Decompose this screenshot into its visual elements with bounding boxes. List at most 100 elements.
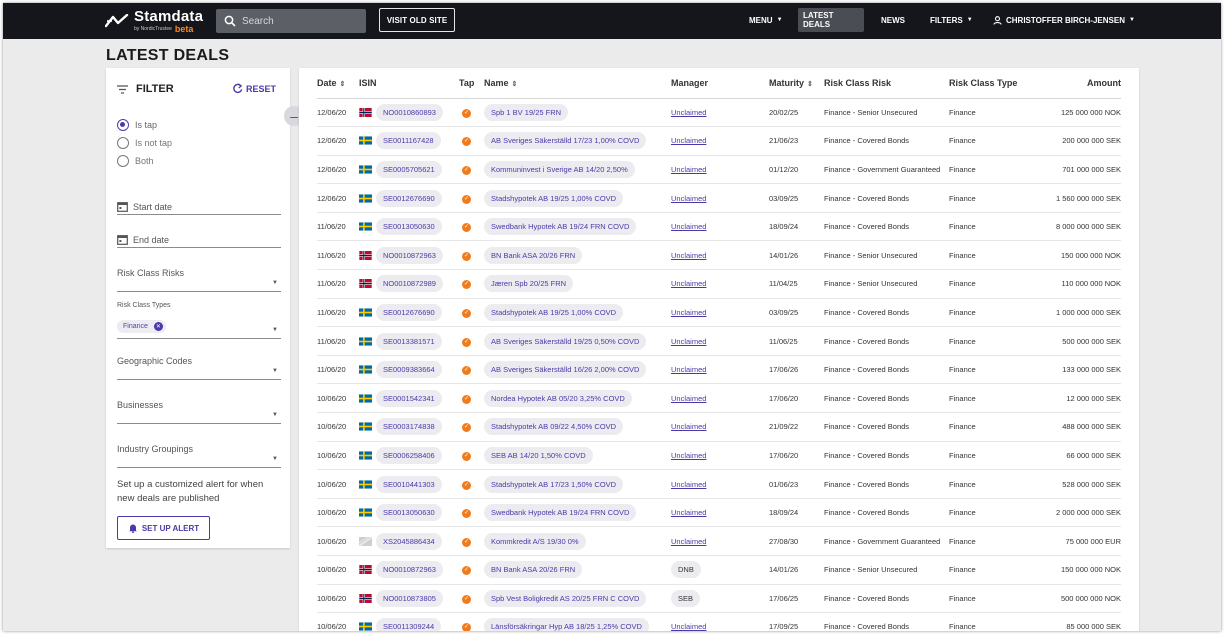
table-row[interactable]: 11/06/20 NO0010872963 ✓ BN Bank ASA 20/26 F…: [317, 240, 1121, 271]
deal-name-chip[interactable]: Spb 1 BV 19/25 FRN: [484, 103, 569, 121]
table-row[interactable]: 12/06/20 SE0011167428 ✓ AB Sveriges Säkerst…: [317, 126, 1121, 156]
set-up-alert-button[interactable]: SET UP ALERT: [117, 516, 210, 540]
isin-chip[interactable]: NO0010872989: [376, 275, 443, 293]
manager-link[interactable]: Unclaimed: [671, 194, 706, 203]
manager-link[interactable]: Unclaimed: [671, 108, 706, 117]
table-row[interactable]: 12/06/20 SE0012676690 ✓ Stadshypotek AB 19/…: [317, 183, 1121, 213]
manager-link[interactable]: Unclaimed: [671, 308, 706, 317]
businesses-select[interactable]: Businesses ▼: [117, 400, 281, 424]
industry-groupings-select[interactable]: Industry Groupings ▼: [117, 444, 281, 468]
deal-name-chip[interactable]: Nordea Hypotek AB 05/20 3,25% COVD: [484, 389, 632, 407]
table-row[interactable]: 12/06/20 SE0005705621 ✓ Kommuninvest i Sver…: [317, 155, 1121, 185]
stamdata-logo[interactable]: Stamdata by NordicTrustee beta: [105, 8, 203, 34]
isin-chip[interactable]: NO0010872963: [376, 246, 443, 264]
table-row[interactable]: 11/06/20 NO0010872989 ✓ Jæren Spb 20/25 FRN…: [317, 269, 1121, 299]
filters-dropdown[interactable]: FILTERS ▼: [925, 8, 978, 32]
table-row[interactable]: 10/06/20 SE0011309244 ✓ Länsförsäkringar Hy…: [317, 612, 1121, 631]
manager-link[interactable]: Unclaimed: [671, 451, 706, 460]
table-row[interactable]: 11/06/20 SE0009383664 ✓ AB Sveriges Säkerst…: [317, 355, 1121, 385]
deal-name-chip[interactable]: Swedbank Hypotek AB 19/24 FRN COVD: [484, 218, 637, 236]
isin-chip[interactable]: SE0001542341: [376, 389, 442, 407]
manager-link[interactable]: Unclaimed: [671, 394, 706, 403]
isin-chip[interactable]: NO0010873805: [376, 589, 443, 607]
table-row[interactable]: 10/06/20 XS2045886434 ✓ Kommkredit A/S 19/3…: [317, 526, 1121, 556]
risk-type-chip[interactable]: Finance ✕: [117, 320, 166, 333]
deal-name-chip[interactable]: Stadshypotek AB 19/25 1,00% COVD: [484, 189, 624, 207]
geographic-codes-select[interactable]: Geographic Codes ▼: [117, 356, 281, 380]
isin-chip[interactable]: SE0005705621: [376, 160, 442, 178]
nav-news[interactable]: NEWS: [876, 8, 910, 32]
table-row[interactable]: 10/06/20 SE0001542341 ✓ Nordea Hypotek AB 0…: [317, 383, 1121, 414]
manager-chip[interactable]: DNB: [671, 561, 701, 579]
table-row[interactable]: 10/06/20 NO0010873805 ✓ Spb Vest Boligkredi…: [317, 584, 1121, 614]
radio-both[interactable]: Both: [117, 155, 154, 167]
manager-link[interactable]: Unclaimed: [671, 337, 706, 346]
manager-link[interactable]: Unclaimed: [671, 165, 706, 174]
isin-chip[interactable]: SE0013381571: [376, 332, 442, 350]
isin-chip[interactable]: SE0009383664: [376, 361, 442, 379]
radio-is-not-tap[interactable]: Is not tap: [117, 137, 172, 149]
deal-name-chip[interactable]: AB Sveriges Säkerställd 16/26 2,00% COVD: [484, 361, 647, 379]
manager-link[interactable]: Unclaimed: [671, 251, 706, 260]
deal-name-chip[interactable]: Kommuninvest i Sverige AB 14/20 2,50%: [484, 160, 635, 178]
isin-chip[interactable]: SE0011309244: [376, 618, 442, 631]
deal-name-chip[interactable]: Swedbank Hypotek AB 19/24 FRN COVD: [484, 504, 637, 522]
manager-link[interactable]: Unclaimed: [671, 622, 706, 631]
manager-link[interactable]: Unclaimed: [671, 222, 706, 231]
isin-chip[interactable]: SE0006258406: [376, 446, 442, 464]
manager-link[interactable]: Unclaimed: [671, 537, 706, 546]
deal-name-chip[interactable]: SEB AB 14/20 1,50% COVD: [484, 446, 593, 464]
risk-class-risks-select[interactable]: Risk Class Risks ▼: [117, 268, 281, 292]
isin-chip[interactable]: SE0011167428: [376, 132, 441, 150]
user-menu[interactable]: CHRISTOFFER BIRCH-JENSEN ▼: [988, 8, 1140, 32]
deal-name-chip[interactable]: Spb Vest Boligkredit AS 20/25 FRN C COVD: [484, 589, 647, 607]
radio-is-tap[interactable]: Is tap: [117, 119, 157, 131]
isin-chip[interactable]: SE0013050630: [376, 218, 442, 236]
table-row[interactable]: 11/06/20 SE0013381571 ✓ AB Sveriges Säkerst…: [317, 326, 1121, 356]
visit-old-site-button[interactable]: VISIT OLD SITE: [379, 8, 455, 32]
table-row[interactable]: 10/06/20 SE0010441303 ✓ Stadshypotek AB 17/…: [317, 469, 1121, 499]
deal-name-chip[interactable]: Jæren Spb 20/25 FRN: [484, 275, 574, 293]
table-row[interactable]: 10/06/20 NO0010872963 ✓ BN Bank ASA 20/26 F…: [317, 555, 1121, 585]
column-header-maturity[interactable]: Maturity ⇕: [769, 68, 824, 99]
manager-link[interactable]: Unclaimed: [671, 508, 706, 517]
deal-name-chip[interactable]: AB Sveriges Säkerställd 17/23 1,00% COVD: [484, 132, 647, 150]
deal-name-chip[interactable]: Kommkredit A/S 19/30 0%: [484, 532, 586, 550]
deal-name-chip[interactable]: Stadshypotek AB 09/22 4,50% COVD: [484, 418, 624, 436]
reset-button[interactable]: RESET: [232, 83, 276, 94]
isin-chip[interactable]: SE0012676690: [376, 189, 442, 207]
table-row[interactable]: 10/06/20 SE0003174838 ✓ Stadshypotek AB 09/…: [317, 412, 1121, 442]
chip-remove-icon[interactable]: ✕: [153, 322, 163, 331]
table-row[interactable]: 11/06/20 SE0012676690 ✓ Stadshypotek AB 19/…: [317, 298, 1121, 328]
isin-chip[interactable]: SE0010441303: [376, 475, 442, 493]
end-date-field[interactable]: End date: [117, 232, 281, 248]
isin-chip[interactable]: NO0010860893: [376, 103, 443, 121]
isin-chip[interactable]: XS2045886434: [376, 532, 442, 550]
deal-name-chip[interactable]: Stadshypotek AB 17/23 1,50% COVD: [484, 475, 624, 493]
column-header-name[interactable]: Name ⇕: [484, 68, 671, 99]
manager-link[interactable]: Unclaimed: [671, 279, 706, 288]
start-date-field[interactable]: Start date: [117, 199, 281, 215]
deal-name-chip[interactable]: Länsförsäkringar Hyp AB 18/25 1,25% COVD: [484, 618, 649, 631]
deal-name-chip[interactable]: BN Bank ASA 20/26 FRN: [484, 561, 583, 579]
isin-chip[interactable]: SE0013050630: [376, 504, 442, 522]
nav-latest-deals[interactable]: LATEST DEALS: [798, 8, 864, 32]
menu-dropdown[interactable]: MENU ▼: [744, 8, 788, 32]
isin-chip[interactable]: SE0003174838: [376, 418, 442, 436]
deal-name-chip[interactable]: Stadshypotek AB 19/25 1,00% COVD: [484, 303, 624, 321]
isin-chip[interactable]: SE0012676690: [376, 303, 442, 321]
column-header-date[interactable]: Date ⇕: [317, 68, 359, 99]
manager-link[interactable]: Unclaimed: [671, 136, 706, 145]
search-input[interactable]: [242, 15, 352, 27]
deal-name-chip[interactable]: BN Bank ASA 20/26 FRN: [484, 246, 583, 264]
table-row[interactable]: 10/06/20 SE0006258406 ✓ SEB AB 14/20 1,50% …: [317, 441, 1121, 471]
manager-link[interactable]: Unclaimed: [671, 480, 706, 489]
isin-chip[interactable]: NO0010872963: [376, 561, 443, 579]
table-row[interactable]: 12/06/20 NO0010860893 ✓ Spb 1 BV 19/25 FRN U…: [317, 98, 1121, 128]
manager-link[interactable]: Unclaimed: [671, 365, 706, 374]
table-row[interactable]: 10/06/20 SE0013050630 ✓ Swedbank Hypotek AB…: [317, 498, 1121, 528]
manager-link[interactable]: Unclaimed: [671, 422, 706, 431]
table-row[interactable]: 11/06/20 SE0013050630 ✓ Swedbank Hypotek AB…: [317, 212, 1121, 242]
deal-name-chip[interactable]: AB Sveriges Säkerställd 19/25 0,50% COVD: [484, 332, 647, 350]
search-box[interactable]: [216, 9, 366, 33]
